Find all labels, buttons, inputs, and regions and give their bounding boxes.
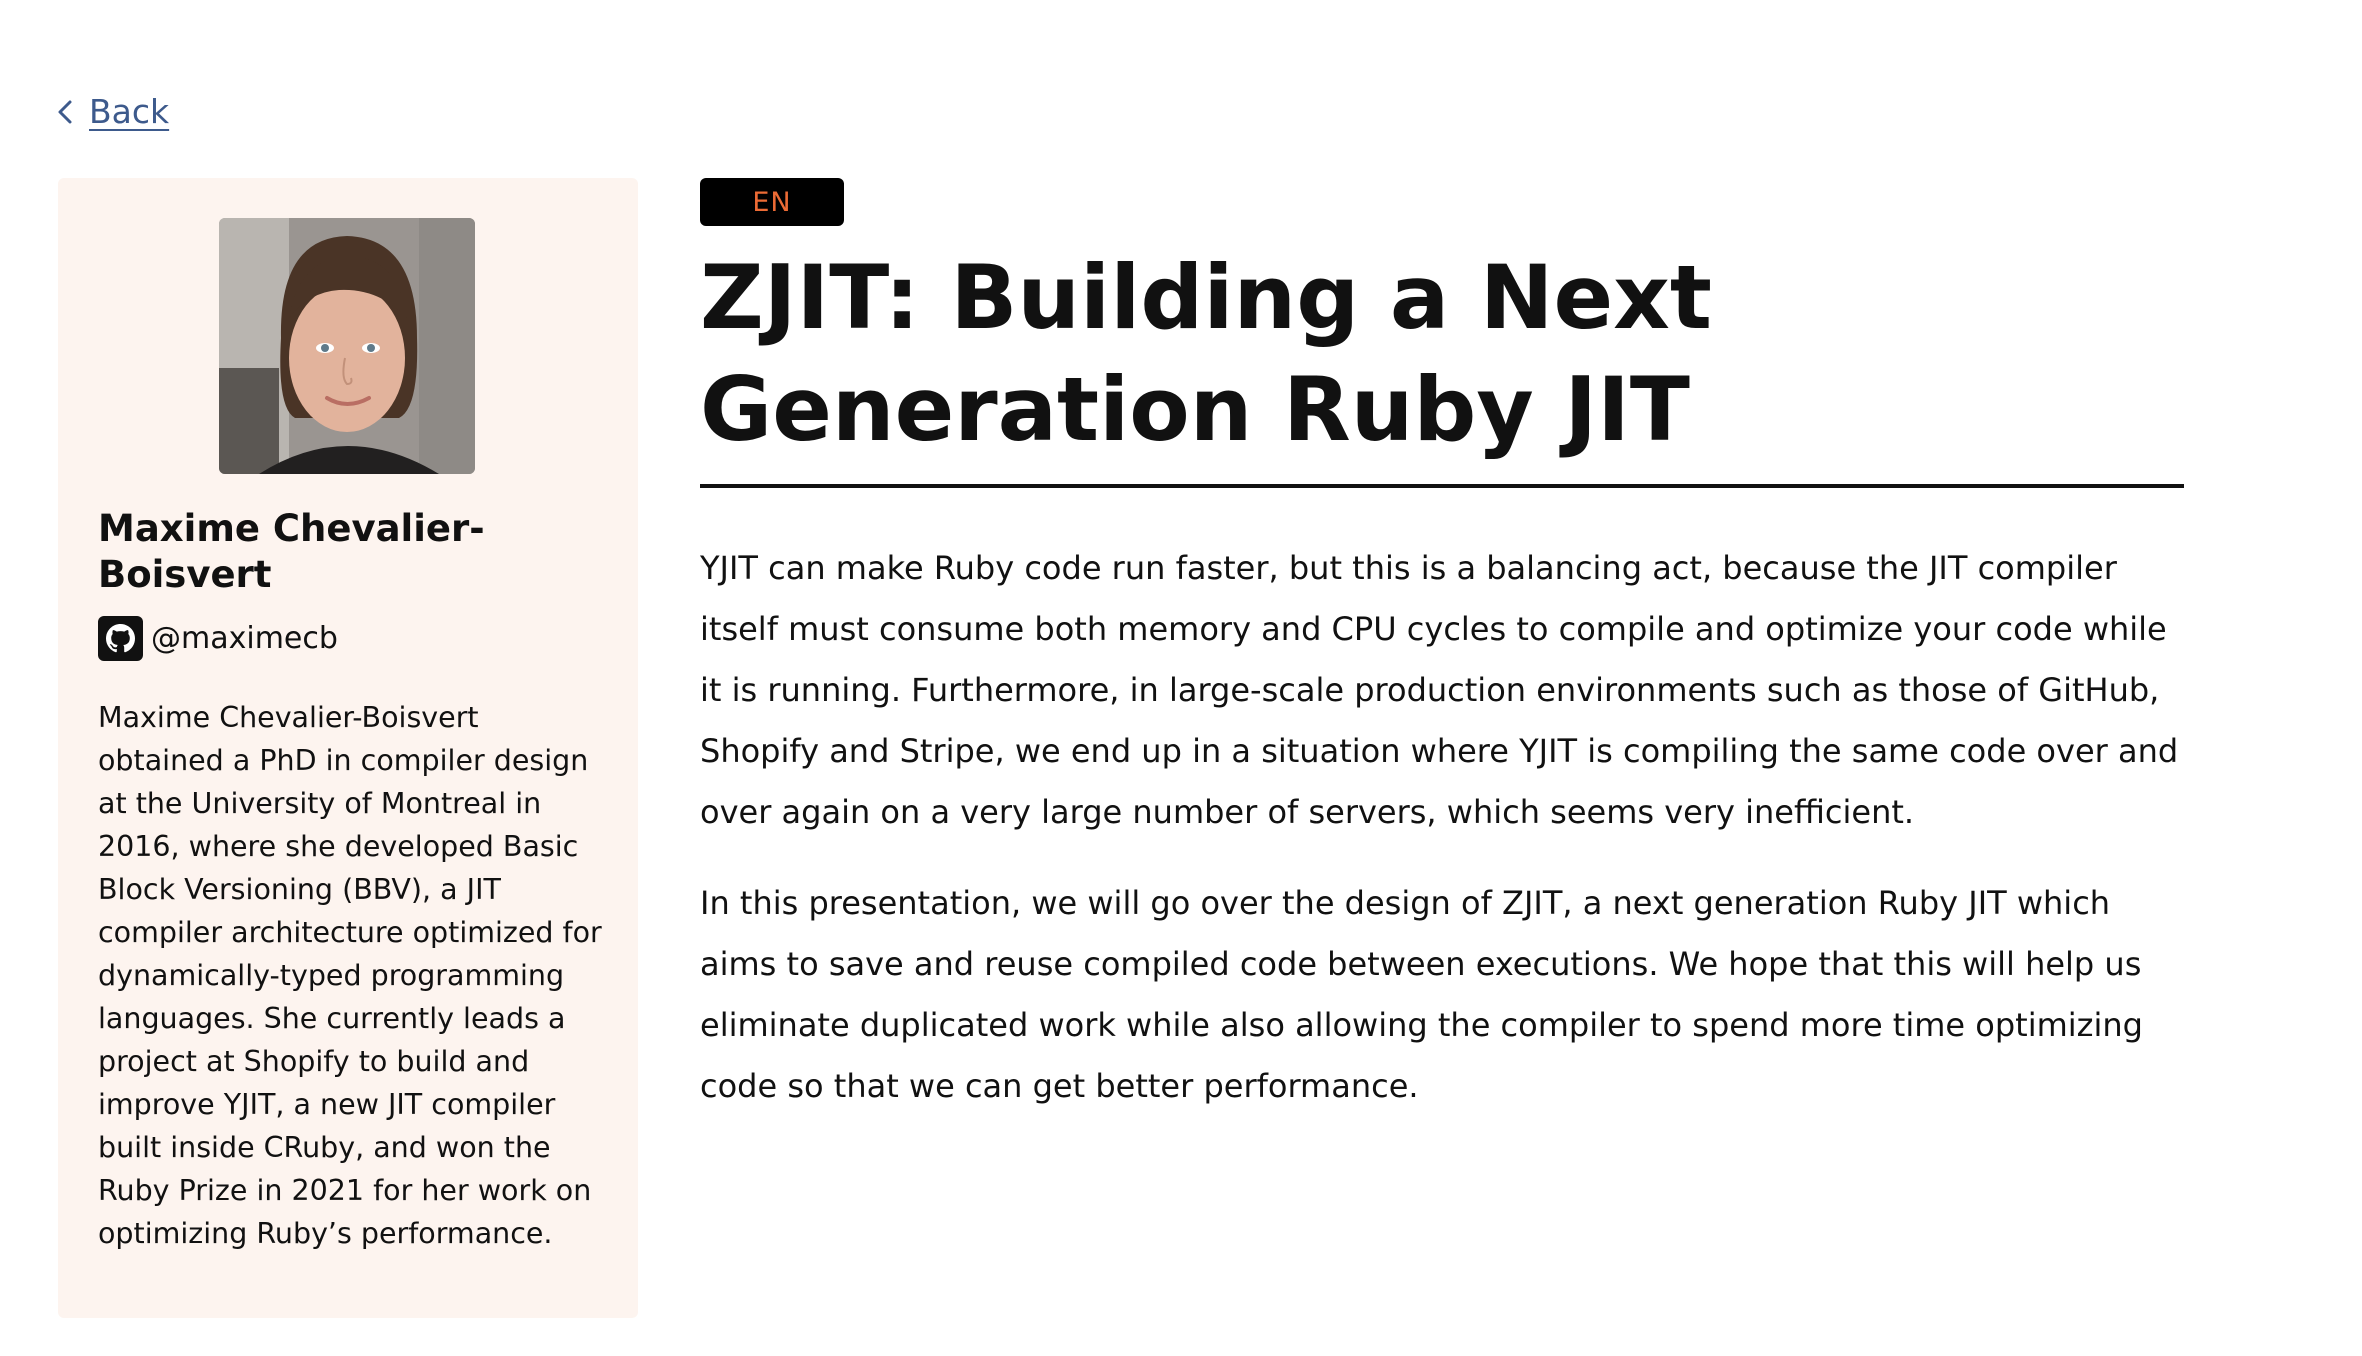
speaker-avatar	[219, 218, 475, 474]
speaker-name: Maxime Chevalier-Boisvert	[98, 507, 485, 596]
language-badge: EN	[700, 178, 844, 226]
abstract-paragraph: YJIT can make Ruby code run faster, but …	[700, 549, 2179, 831]
chevron-left-icon	[55, 99, 75, 125]
speaker-card: Maxime Chevalier-Boisvert @maximecb Maxi…	[58, 178, 638, 1318]
speaker-github-link[interactable]: @maximecb	[98, 616, 338, 661]
talk-abstract: YJIT can make Ruby code run faster, but …	[700, 538, 2190, 1147]
speaker-bio: Maxime Chevalier-Boisvert obtained a PhD…	[98, 701, 602, 1250]
speaker-github-handle[interactable]: @maximecb	[151, 621, 338, 656]
github-icon	[98, 616, 143, 661]
title-divider	[700, 484, 2184, 488]
talk-title: ZJIT: Building a Next Generation Ruby JI…	[700, 246, 1712, 461]
abstract-paragraph: In this presentation, we will go over th…	[700, 884, 2143, 1105]
back-link[interactable]: Back	[55, 92, 169, 131]
back-link-label[interactable]: Back	[89, 92, 169, 131]
